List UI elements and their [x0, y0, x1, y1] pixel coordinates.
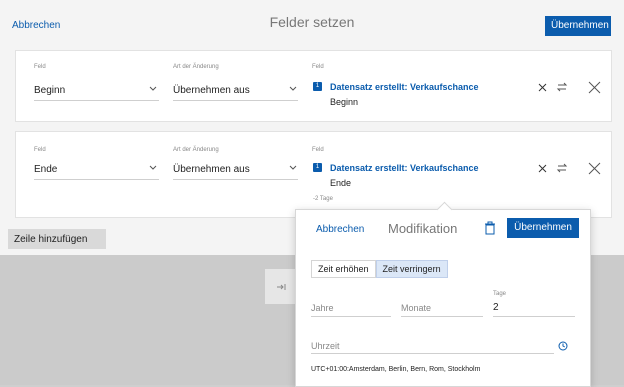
clear-icon[interactable] — [536, 81, 548, 93]
source-record[interactable]: Datensatz erstellt: Verkaufschance — [330, 163, 479, 173]
trash-icon[interactable] — [483, 220, 497, 236]
app-canvas: Abbrechen Felder setzen Übernehmen Feld … — [0, 0, 624, 387]
clock-icon[interactable] — [557, 340, 569, 352]
remove-row-icon[interactable] — [586, 160, 602, 176]
apply-button[interactable]: Übernehmen — [545, 16, 611, 36]
background-card — [265, 269, 295, 304]
popover-cancel-link[interactable]: Abbrechen — [316, 224, 364, 235]
change-type-label: Art der Änderung — [173, 147, 219, 153]
top-bar: Abbrechen Felder setzen Übernehmen — [0, 0, 624, 40]
field-select-underline — [34, 179, 159, 180]
field-select-value[interactable]: Beginn — [34, 85, 65, 96]
chevron-down-icon[interactable] — [149, 165, 157, 171]
step-badge: 1 — [313, 82, 322, 91]
field-row-2: Feld Ende Art der Änderung Übernehmen au… — [15, 131, 612, 218]
change-type-label: Art der Änderung — [173, 64, 219, 70]
source-field-name: Ende — [330, 178, 352, 188]
swap-icon[interactable] — [555, 80, 569, 94]
clear-icon[interactable] — [536, 162, 548, 174]
popover-apply-button[interactable]: Übernehmen — [507, 218, 579, 238]
field-select-underline — [34, 100, 159, 101]
source-field-label: Feld — [312, 64, 324, 70]
months-input[interactable]: Monate — [401, 303, 431, 313]
step-badge: 1 — [313, 163, 322, 172]
decrease-time-option[interactable]: Zeit verringern — [375, 260, 448, 278]
increase-time-option[interactable]: Zeit erhöhen — [311, 260, 376, 278]
days-input[interactable]: 2 — [493, 302, 499, 313]
source-field-name: Beginn — [330, 97, 359, 107]
chevron-down-icon[interactable] — [289, 165, 297, 171]
years-underline — [311, 316, 391, 317]
field-select-value[interactable]: Ende — [34, 164, 57, 175]
source-record[interactable]: Datensatz erstellt: Verkaufschance — [330, 82, 479, 92]
months-underline — [401, 316, 483, 317]
panel-title: Felder setzen — [269, 14, 355, 30]
change-type-value[interactable]: Übernehmen aus — [173, 85, 250, 96]
source-field-label: Feld — [312, 147, 324, 153]
remove-row-icon[interactable] — [586, 79, 602, 95]
field-label: Feld — [34, 147, 46, 153]
days-underline — [493, 316, 575, 317]
swap-icon[interactable] — [555, 161, 569, 175]
arrow-to-end-icon — [275, 281, 287, 293]
field-row-1: Feld Beginn Art der Änderung Übernehmen … — [15, 50, 612, 122]
time-direction-toggle: Zeit erhöhen Zeit verringern — [311, 260, 448, 278]
change-type-value[interactable]: Übernehmen aus — [173, 164, 250, 175]
chevron-down-icon[interactable] — [149, 86, 157, 92]
days-label: Tage — [493, 291, 507, 297]
time-underline — [311, 353, 554, 354]
add-row-button[interactable]: Zeile hinzufügen — [8, 229, 106, 249]
change-type-underline — [173, 100, 298, 101]
popover-title: Modifikation — [388, 221, 458, 236]
years-input[interactable]: Jahre — [311, 303, 334, 313]
timezone-text: UTC+01:00:Amsterdam, Berlin, Bern, Rom, … — [311, 366, 481, 373]
chevron-down-icon[interactable] — [289, 86, 297, 92]
modification-popover: Abbrechen Modifikation Übernehmen Zeit e… — [295, 201, 591, 387]
time-input[interactable]: Uhrzeit — [311, 341, 340, 351]
field-label: Feld — [34, 64, 46, 70]
change-type-underline — [173, 179, 298, 180]
modifier-note[interactable]: -2 Tage — [313, 196, 333, 202]
